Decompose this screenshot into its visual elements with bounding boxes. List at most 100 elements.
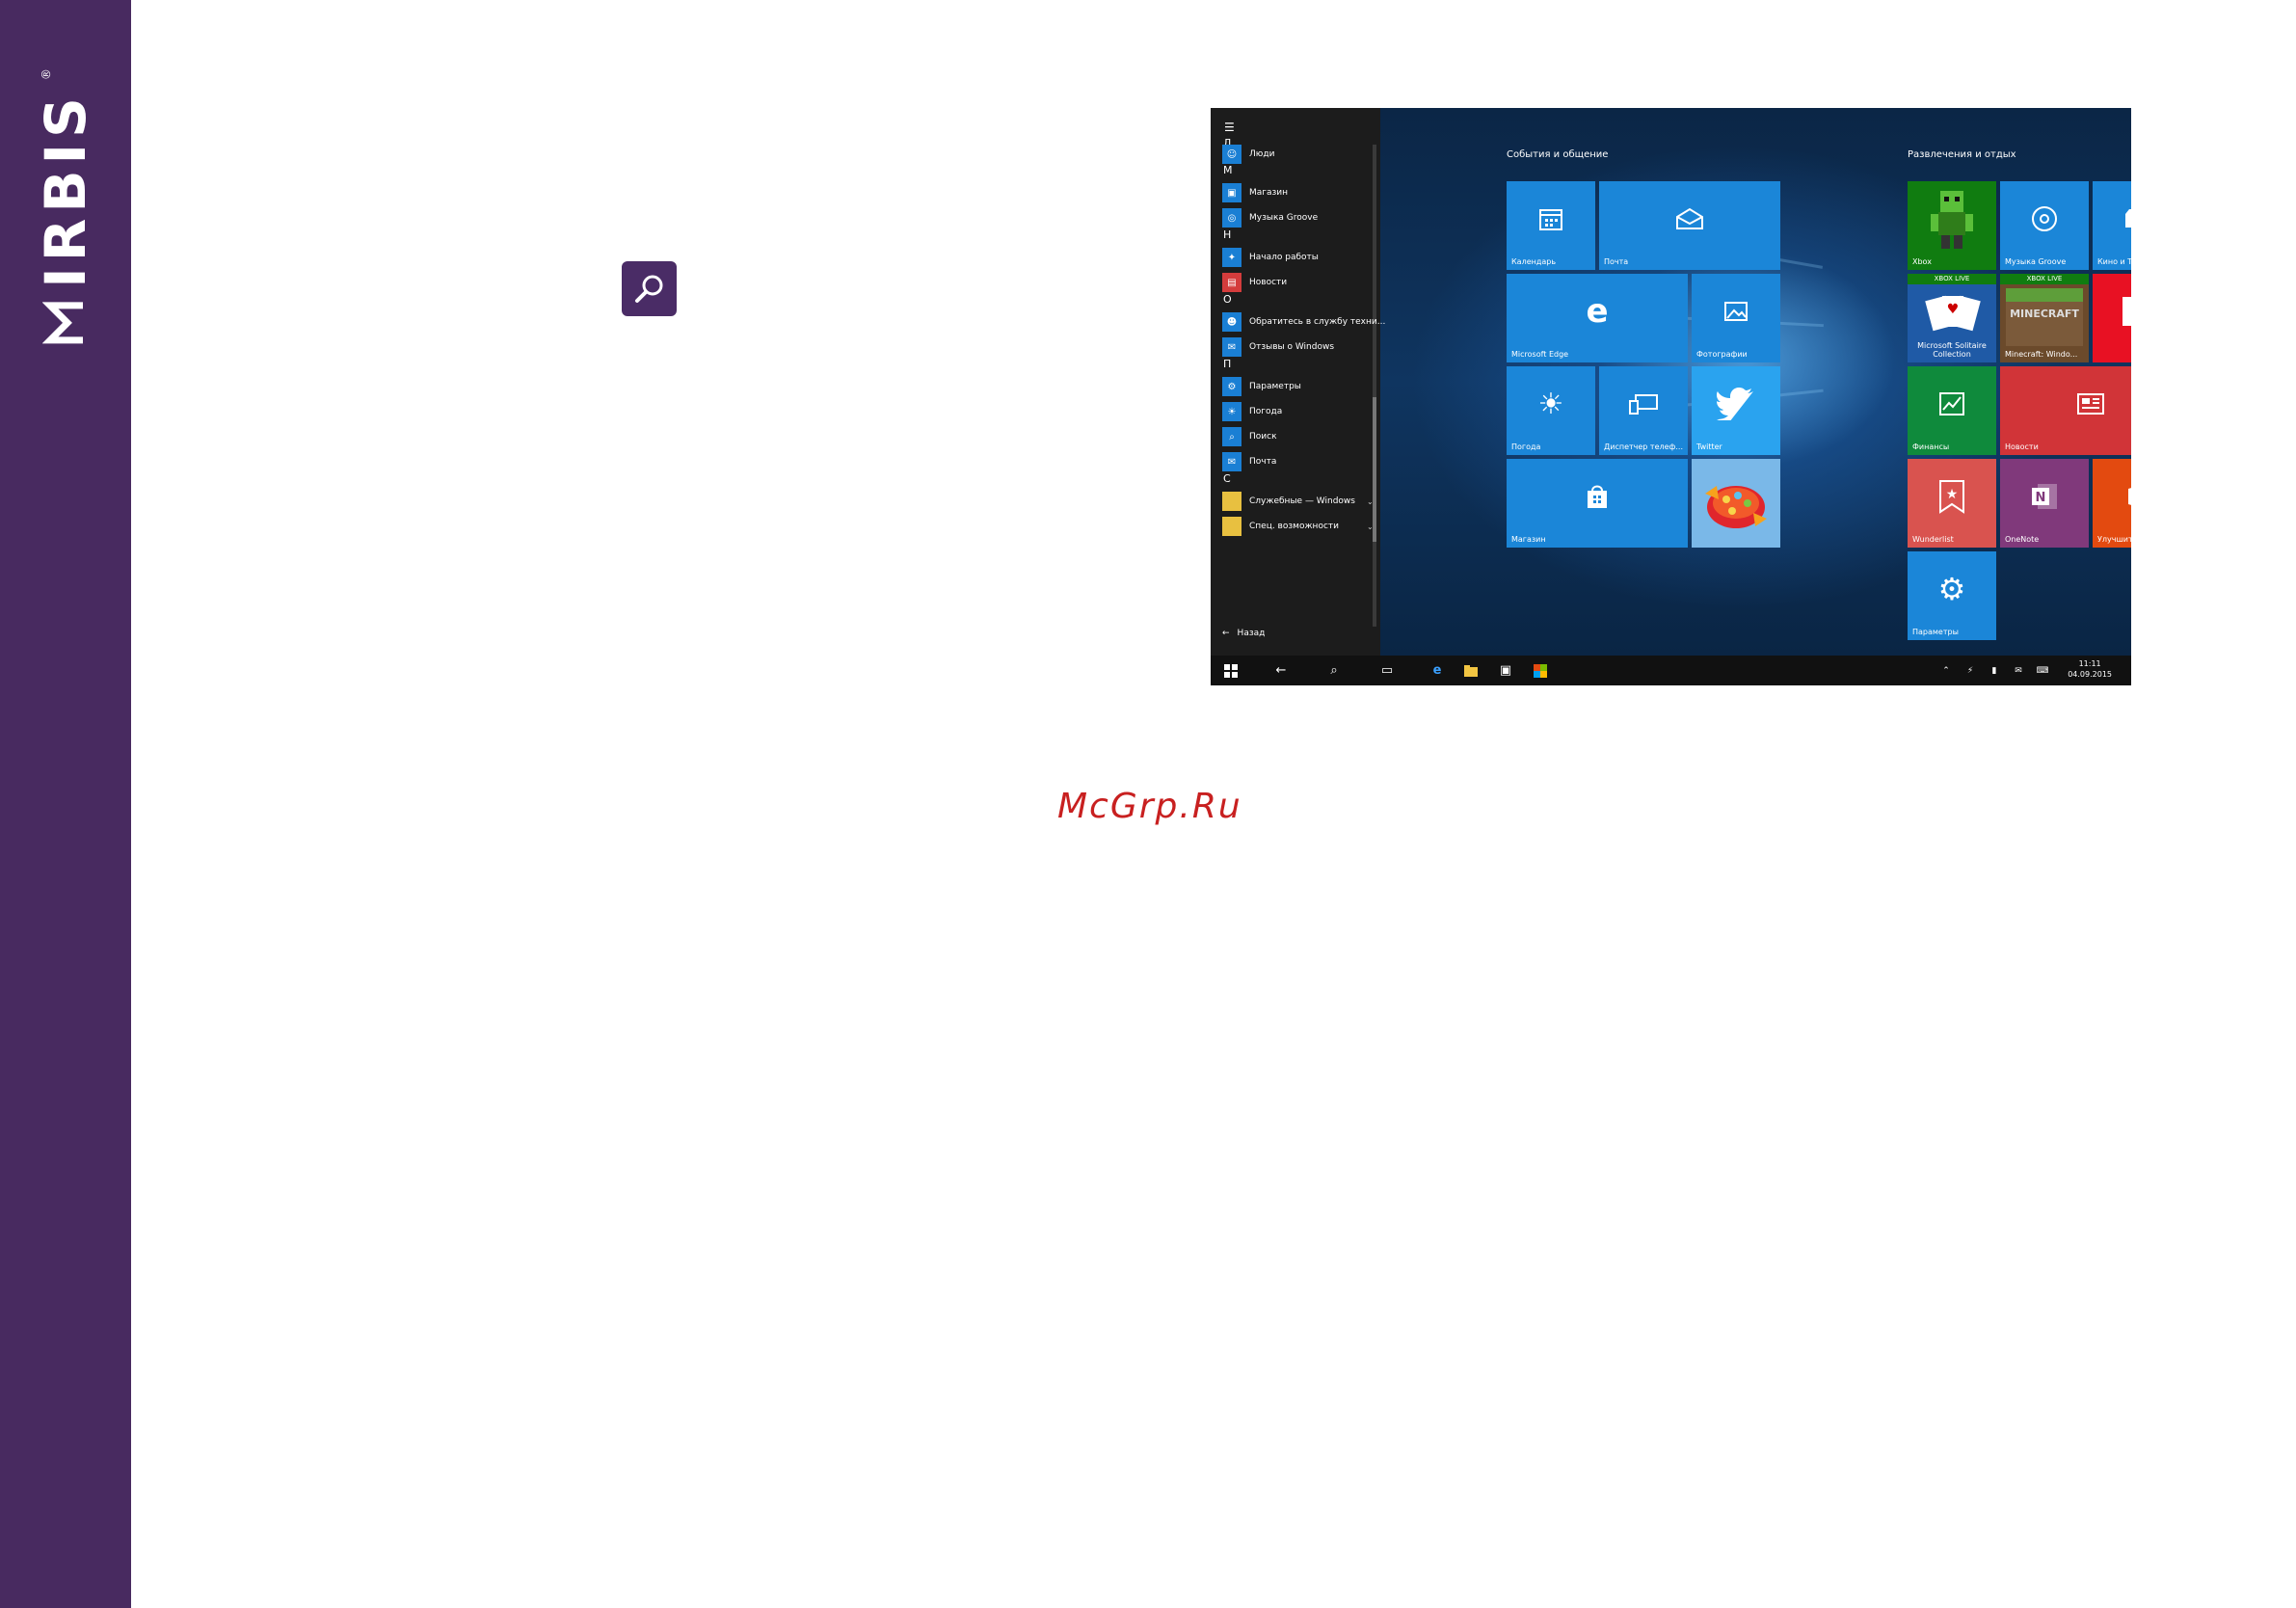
tile-wunderlist[interactable]: ★ Wunderlist xyxy=(1908,459,1996,548)
tile-solitaire[interactable]: XBOX LIVE ♥ Microsoft Solitaire Collecti… xyxy=(1908,274,1996,362)
folder-icon xyxy=(1222,492,1241,511)
xbox-live-badge: XBOX LIVE xyxy=(2000,274,2089,284)
tile-edge[interactable]: e Microsoft Edge xyxy=(1507,274,1688,362)
tile-news[interactable]: Новости xyxy=(2000,366,2131,455)
groove-disc-icon xyxy=(2032,206,2057,231)
tile-flipboard[interactable] xyxy=(2093,274,2131,362)
app-item-mail[interactable]: ✉ Почта xyxy=(1222,451,1276,472)
svg-text:N: N xyxy=(2036,491,2046,505)
letter-header[interactable]: М xyxy=(1223,164,1233,176)
start-menu-app-list: ☰ Л ☺ Люди М ▣ Магазин ◎ Музыка Groove Н ✦ Н… xyxy=(1211,108,1385,656)
app-item-windows-feedback[interactable]: ✉ Отзывы о Windows xyxy=(1222,336,1334,358)
minecraft-block-icon: MINECRAFT xyxy=(2006,287,2083,346)
chart-icon xyxy=(1939,392,1964,415)
sun-icon: ☀ xyxy=(1222,402,1241,421)
hamburger-menu-icon[interactable]: ☰ xyxy=(1224,121,1238,133)
clock-time: 11:11 xyxy=(2078,659,2101,668)
tile-groove-music[interactable]: Музыка Groove xyxy=(2000,181,2089,270)
newspaper-icon xyxy=(2077,393,2104,415)
tile-xbox[interactable]: Xbox xyxy=(1908,181,1996,270)
app-item-settings[interactable]: ⚙ Параметры xyxy=(1222,376,1301,397)
tile-minecraft[interactable]: XBOX LIVE MINECRAFT Minecraft: Windo... xyxy=(2000,274,2089,362)
app-item-ease-of-access[interactable]: Спец. возможности ⌄ xyxy=(1222,516,1376,537)
tile-finance[interactable]: Финансы xyxy=(1908,366,1996,455)
windows-start-icon[interactable] xyxy=(1218,656,1243,685)
flipboard-icon xyxy=(2122,297,2131,326)
search-icon[interactable]: ⌕ xyxy=(1322,656,1347,685)
network-icon[interactable]: ⚡ xyxy=(1962,656,1978,685)
tile-candy-crush[interactable] xyxy=(1692,459,1780,548)
chevron-down-icon: ⌄ xyxy=(1367,522,1374,531)
chevron-down-icon: ⌄ xyxy=(1367,496,1374,506)
app-item-people[interactable]: ☺ Люди xyxy=(1222,144,1274,165)
support-icon: ☻ xyxy=(1222,312,1241,332)
photo-icon xyxy=(1724,302,1748,321)
news-icon: ▤ xyxy=(1222,273,1241,292)
tile-movies-tv[interactable]: Кино и ТВ xyxy=(2093,181,2131,270)
xbox-live-badge: XBOX LIVE xyxy=(1908,274,1996,284)
tile-weather[interactable]: ☀ Погода xyxy=(1507,366,1595,455)
battery-icon[interactable]: ▮ xyxy=(1987,656,2002,685)
feedback-icon: ✉ xyxy=(1222,337,1241,357)
search-icon xyxy=(634,275,662,303)
store-icon[interactable]: ▣ xyxy=(1496,656,1515,685)
svg-text:MINECRAFT: MINECRAFT xyxy=(2010,308,2079,320)
edge-icon[interactable]: e xyxy=(1428,656,1447,685)
brand-name: IRBIS xyxy=(33,92,98,288)
tile-phone-companion[interactable]: Диспетчер телеф... xyxy=(1599,366,1688,455)
task-view-icon[interactable]: ▭ xyxy=(1375,656,1400,685)
app-item-get-started[interactable]: ✦ Начало работы xyxy=(1222,247,1319,268)
mail-icon: ✉ xyxy=(1222,452,1241,471)
sun-icon: ☀ xyxy=(1537,387,1564,421)
tile-calendar[interactable]: Календарь xyxy=(1507,181,1595,270)
lightbulb-icon: ✦ xyxy=(1222,248,1241,267)
back-button[interactable]: ← Назад xyxy=(1222,629,1265,638)
app-item-news[interactable]: ▤ Новости xyxy=(1222,272,1287,293)
xbox-avatar-icon xyxy=(1931,191,1973,249)
store-bag-icon xyxy=(1588,485,1607,508)
letter-header[interactable]: П xyxy=(1223,358,1231,370)
playing-cards-icon: ♥ xyxy=(1925,295,1981,331)
candy-icon xyxy=(1705,486,1767,528)
letter-header[interactable]: О xyxy=(1223,293,1232,306)
svg-text:★: ★ xyxy=(1946,487,1959,502)
chevron-up-icon[interactable]: ⌃ xyxy=(1938,656,1954,685)
app-item-groove-music[interactable]: ◎ Музыка Groove xyxy=(1222,207,1318,228)
app-item-search[interactable]: ⌕ Поиск xyxy=(1222,426,1277,447)
store-icon: ▣ xyxy=(1222,183,1241,202)
app-item-contact-support[interactable]: ☻ Обратитесь в службу техни... xyxy=(1222,311,1385,333)
tile-photos[interactable]: Фотографии xyxy=(1692,274,1780,362)
onenote-icon: N xyxy=(2032,484,2057,509)
watermark-text: McGrp.Ru xyxy=(1057,787,1242,826)
scrollbar[interactable] xyxy=(1373,145,1376,627)
group-title-entertainment: Развлечения и отдых xyxy=(1908,149,2016,160)
taskbar: ← ⌕ ▭ e ▣ ⌃ ⚡ ▮ ✉ ⌨ 11:11 04.09.2015 xyxy=(1211,656,2131,685)
tile-twitter[interactable]: Twitter xyxy=(1692,366,1780,455)
back-arrow-icon[interactable]: ← xyxy=(1268,656,1294,685)
letter-header[interactable]: Н xyxy=(1223,228,1231,241)
keyboard-icon[interactable]: ⌨ xyxy=(2035,656,2050,685)
clock-date: 04.09.2015 xyxy=(2068,670,2112,679)
tile-settings[interactable]: ⚙ Параметры xyxy=(1908,551,1996,640)
app-item-weather[interactable]: ☀ Погода xyxy=(1222,401,1282,422)
group-title-events: События и общение xyxy=(1507,149,1609,160)
letter-header[interactable]: С xyxy=(1223,472,1231,485)
wunderlist-star-icon: ★ xyxy=(1939,480,1964,514)
tile-onenote[interactable]: N OneNote xyxy=(2000,459,2089,548)
app-item-windows-accessories[interactable]: Служебные — Windows ⌄ xyxy=(1222,491,1376,512)
brand-reg-mark: ® xyxy=(40,68,53,81)
taskbar-clock[interactable]: 11:11 04.09.2015 xyxy=(2068,658,2112,680)
tile-store[interactable]: Магазин xyxy=(1507,459,1688,548)
tile-mail[interactable]: Почта xyxy=(1599,181,1780,270)
twitter-bird-icon xyxy=(1717,388,1753,420)
film-icon xyxy=(2125,209,2131,228)
search-icon: ⌕ xyxy=(1222,427,1241,446)
message-icon[interactable]: ✉ xyxy=(2011,656,2026,685)
tile-get-office[interactable]: Улучшите... xyxy=(2093,459,2131,548)
devices-icon xyxy=(1629,394,1658,415)
edge-icon: e xyxy=(1586,292,1609,331)
file-explorer-icon[interactable] xyxy=(1461,656,1481,685)
brand-sidebar: IRBIS ® xyxy=(0,0,131,1608)
app-icon[interactable] xyxy=(1531,656,1550,685)
app-item-store[interactable]: ▣ Магазин xyxy=(1222,182,1288,203)
